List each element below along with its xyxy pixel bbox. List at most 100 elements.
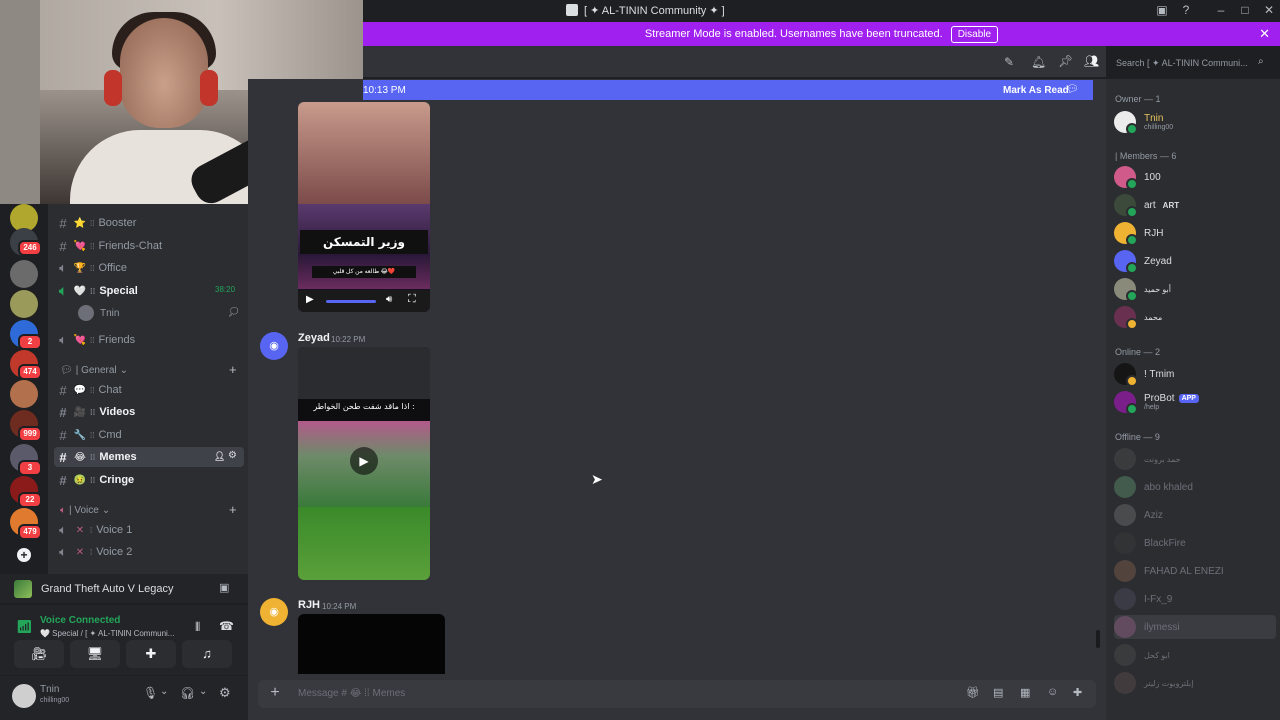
chat-scrollbar[interactable] (1096, 630, 1100, 648)
member-item[interactable]: إبلتروبوت زليتر (1114, 671, 1276, 695)
invite-icon[interactable]: 👤︎ (214, 451, 225, 462)
disable-streamer-mode-button[interactable]: Disable (950, 25, 999, 43)
server-icon[interactable] (10, 260, 38, 288)
disconnect-icon[interactable]: ☎ (219, 619, 234, 633)
member-item[interactable]: abo khaled (1114, 475, 1276, 499)
member-item[interactable]: ProBot APP /help (1114, 390, 1276, 415)
headphones-icon[interactable]: 🎧︎ (180, 686, 195, 700)
message-input[interactable]: Message # 😂 ⁞⁞ Memes (298, 688, 405, 699)
channel-voice-2[interactable]: 🔈︎ ✕ ⁞ Voice 2 (54, 542, 244, 562)
avatar (1114, 222, 1138, 246)
channel-cringe[interactable]: # 🤢 ⁞⁞ Cringe (54, 470, 244, 490)
game-overlay-icon[interactable]: ▣ (219, 581, 229, 594)
settings-gear-icon[interactable]: ⚙ (219, 685, 231, 701)
username[interactable]: Tnin (40, 684, 59, 695)
gif-icon[interactable]: ▤ (993, 686, 1003, 699)
chevron-down-icon[interactable]: ⌄ (160, 686, 168, 697)
sticker-icon[interactable]: ▦ (1020, 686, 1030, 699)
play-button[interactable]: ▶ (350, 447, 378, 475)
member-owner[interactable]: Tnin chilling00 (1114, 110, 1276, 135)
avatar[interactable]: ◉ (260, 598, 288, 626)
maximize-icon[interactable]: □ (1238, 3, 1252, 17)
noise-suppression-icon[interactable]: ⦀ (195, 620, 200, 635)
mark-as-read-button[interactable]: Mark As Read (1003, 85, 1069, 96)
category-general[interactable]: 💬︎ | General ⌄ (60, 365, 128, 376)
create-channel-icon[interactable]: + (229, 502, 237, 517)
member-item[interactable]: RJH (1114, 221, 1276, 246)
member-list-icon[interactable]: 👥︎ (1084, 54, 1099, 68)
voice-channel-name[interactable]: 🤍 Special / [ ✦ AL-TININ Communi... (40, 629, 188, 638)
sparkle-icon: ✕ (75, 546, 85, 558)
channel-friends[interactable]: 🔈︎ 💘 ⁞⁞ Friends (54, 330, 244, 350)
video-attachment[interactable]: وزير التمسكن طالعه من كل قلبي 😂❤️ ▶ 🔊︎ ⛶ (298, 102, 430, 312)
close-window-icon[interactable]: ✕ (1262, 3, 1276, 17)
play-icon[interactable]: ▶ (306, 294, 314, 305)
category-voice[interactable]: 🔈︎ | Voice ⌄ (60, 505, 110, 516)
chevron-down-icon[interactable]: ⌄ (199, 686, 207, 697)
message-author[interactable]: RJH (298, 599, 320, 611)
member-item[interactable]: I-Fx_9 (1114, 587, 1276, 611)
microphone-icon[interactable]: 🎙︎ (143, 686, 158, 700)
screen-share-button[interactable]: 🖥︎ (70, 640, 120, 668)
soundboard-button[interactable]: ♫ (182, 640, 232, 668)
signal-icon[interactable]: 📶︎ (16, 619, 33, 635)
create-channel-icon[interactable]: + (229, 362, 237, 377)
volume-icon[interactable]: 🔊︎ (386, 294, 392, 305)
help-icon[interactable]: ? (1179, 3, 1193, 17)
voice-user[interactable]: Tnin 💭︎ (78, 304, 239, 322)
close-banner-icon[interactable]: ✕ (1259, 26, 1270, 42)
fullscreen-icon[interactable]: ⛶ (408, 293, 416, 306)
avatar[interactable]: ◉ (260, 332, 288, 360)
camera-button[interactable]: 🎥︎ (14, 640, 64, 668)
minimize-icon[interactable]: – (1214, 3, 1228, 17)
channel-voice-1[interactable]: 🔈︎ ✕ ⁞ Voice 1 (54, 520, 244, 540)
video-attachment[interactable]: اذا ماقد شفت طحن الخواطر : ▶ (298, 347, 430, 580)
channel-cmd[interactable]: # 🔧 ⁞⁞ Cmd (54, 425, 244, 445)
new-messages-bar[interactable]: 10:13 PM Mark As Read 💬︎ (363, 80, 1093, 100)
message-input-box[interactable]: + Message # 😂 ⁞⁞ Memes 🎁︎ ▤ ▦ ☺ ✚ (258, 680, 1096, 708)
seek-bar[interactable] (326, 300, 376, 303)
channel-emoji: 💘 (73, 334, 87, 346)
pinned-icon[interactable]: 📌︎ (1058, 54, 1073, 68)
message-author[interactable]: Zeyad (298, 332, 330, 344)
search-box[interactable]: Search [ ✦ AL-TININ Communi... ⌕ (1112, 54, 1272, 72)
server-icon[interactable] (10, 380, 38, 408)
channel-booster[interactable]: # ⭐ ⁞⁞ Booster (54, 213, 244, 233)
mark-read-icon: 💬︎ (1066, 84, 1079, 95)
member-item[interactable]: أبو حميد (1114, 277, 1276, 302)
member-item[interactable]: 100 (1114, 165, 1276, 190)
server-icon[interactable] (10, 290, 38, 318)
avatar[interactable] (12, 684, 36, 708)
video-attachment[interactable] (298, 614, 445, 674)
member-item[interactable]: art ART (1114, 193, 1276, 218)
member-item[interactable]: محمد (1114, 305, 1276, 330)
gear-icon[interactable]: ⚙ (228, 450, 237, 461)
member-item[interactable]: FAHAD AL ENEZI (1114, 559, 1276, 583)
notification-bell-icon[interactable]: 🔔︎ (1031, 55, 1046, 69)
channel-special[interactable]: 🔈︎ 🤍 ⁞⁞ Special 38:20 (54, 281, 244, 301)
channel-friends-chat[interactable]: # 💘 ⁞⁞ Friends-Chat (54, 236, 244, 256)
channel-memes[interactable]: # 😂 ⁞⁞ Memes 👤︎ ⚙ (54, 447, 244, 467)
channel-emoji: ⭐ (73, 217, 87, 229)
channel-chat[interactable]: # 💬 ⁞⁞ Chat (54, 380, 244, 400)
threads-icon[interactable]: ✎ (1004, 55, 1014, 69)
add-server-icon[interactable]: + (17, 548, 31, 562)
emoji-icon[interactable]: ☺ (1047, 686, 1058, 698)
member-item[interactable]: حمد برونت (1114, 447, 1276, 471)
member-item[interactable]: ! Tmim (1114, 362, 1276, 387)
member-item[interactable]: BlackFire (1114, 531, 1276, 555)
apps-icon[interactable]: ✚ (1073, 686, 1082, 699)
channel-videos[interactable]: # 🎥 ⁞⁞ Videos (54, 402, 244, 422)
inbox-icon[interactable]: ▣ (1155, 3, 1169, 17)
member-item[interactable]: Aziz (1114, 503, 1276, 527)
member-name: أبو حميد (1144, 284, 1171, 294)
activities-button[interactable]: ✚ (126, 640, 176, 668)
channel-office[interactable]: 🔈︎ 🏆 ⁞⁞ Office (54, 258, 244, 278)
member-item[interactable]: ابو كحل (1114, 643, 1276, 667)
member-item[interactable]: ilymessi (1114, 615, 1276, 639)
member-item[interactable]: Zeyad (1114, 249, 1276, 274)
voice-status[interactable]: Voice Connected (40, 615, 120, 626)
search-input[interactable]: Search [ ✦ AL-TININ Communi... (1116, 58, 1248, 69)
add-attachment-icon[interactable]: + (266, 684, 284, 702)
gift-icon[interactable]: 🎁︎ (966, 686, 980, 699)
